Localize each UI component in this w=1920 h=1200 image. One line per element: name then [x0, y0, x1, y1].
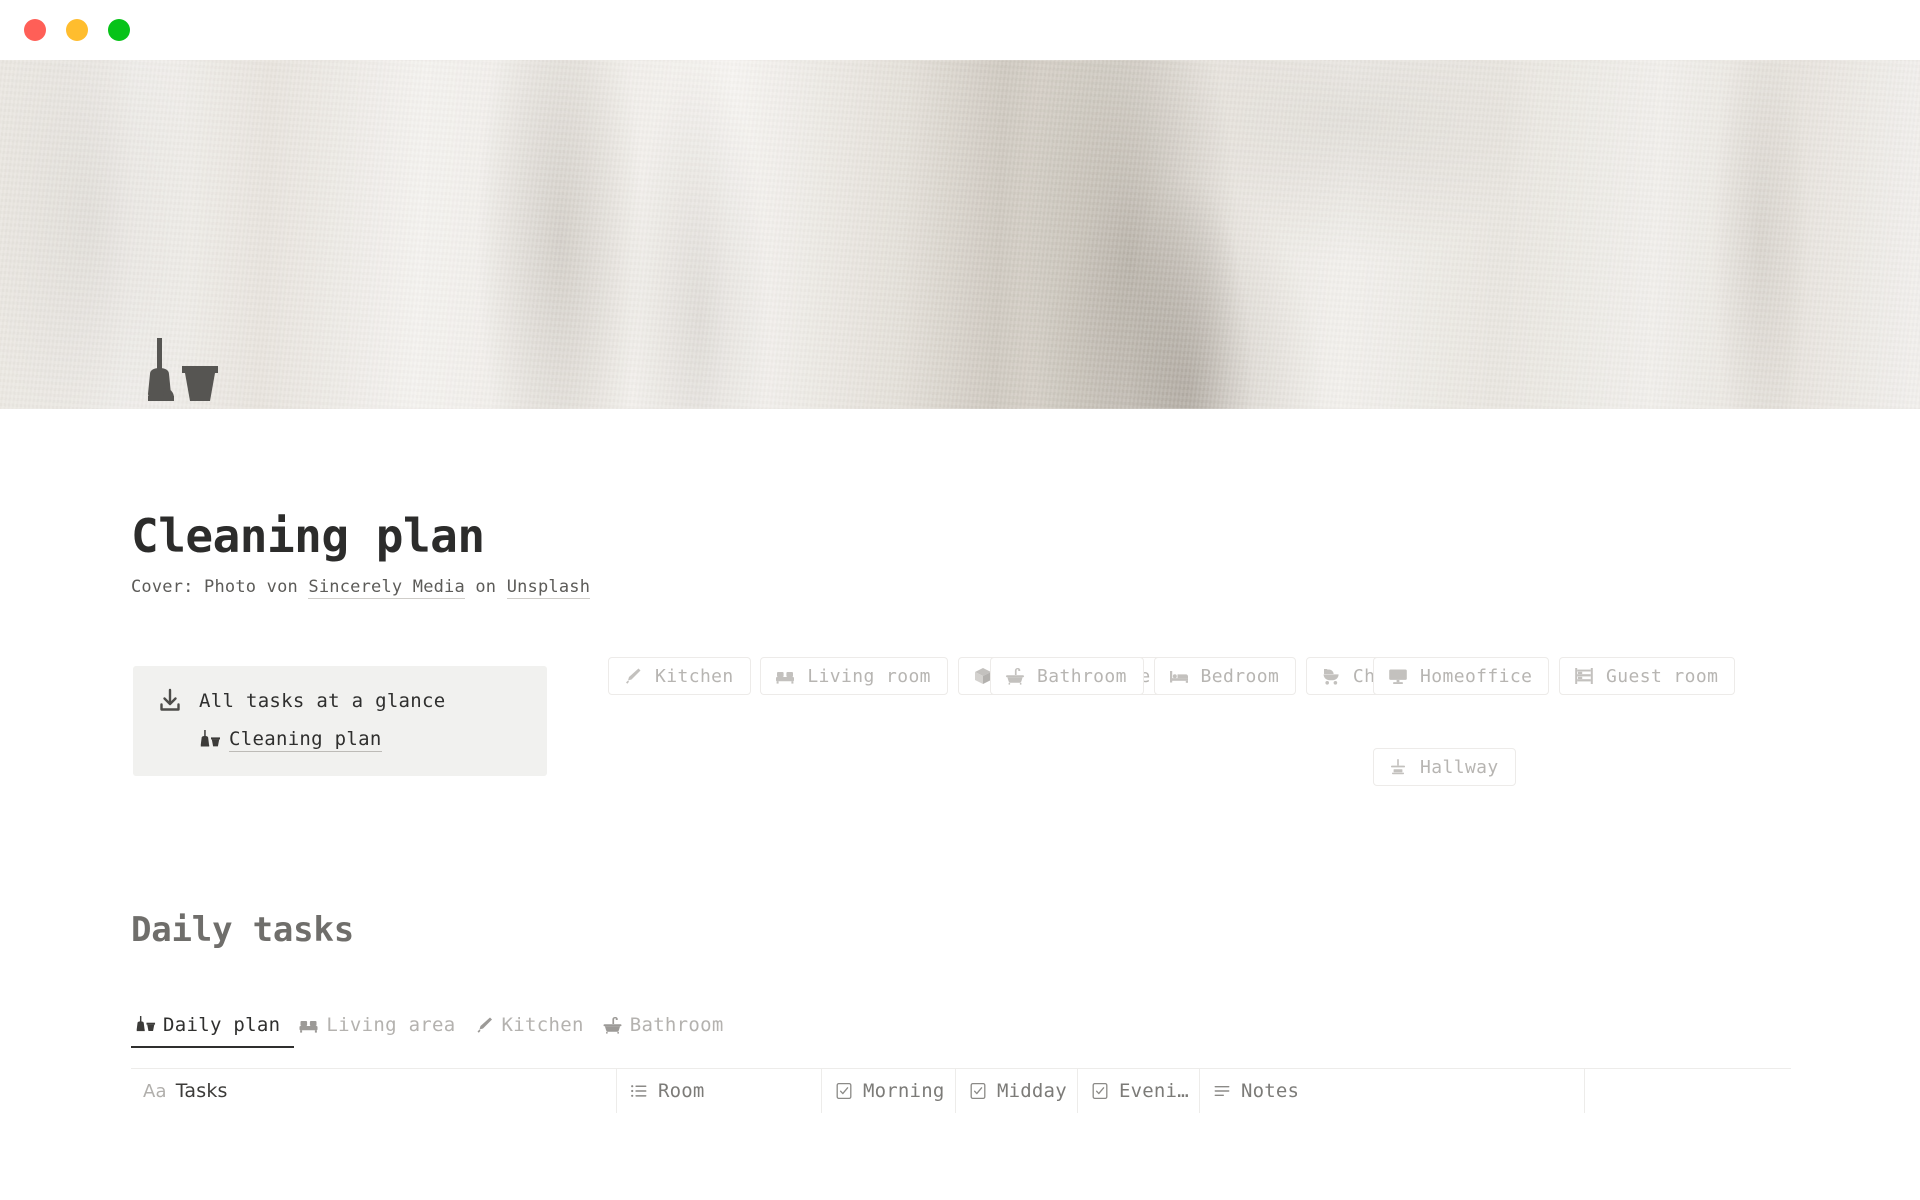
- room-label: Living room: [807, 665, 931, 687]
- tab-label: Daily plan: [163, 1014, 281, 1036]
- room-label: Hallway: [1420, 756, 1499, 778]
- database-view-tabs: Daily plan Living area Kitchen Bathroom: [131, 1014, 738, 1048]
- download-tray-icon: [157, 688, 183, 714]
- cover-image[interactable]: [0, 60, 1920, 409]
- traffic-light-group: [24, 19, 130, 41]
- column-label: Eveni…: [1119, 1080, 1189, 1102]
- room-button-homeoffice[interactable]: Homeoffice: [1373, 657, 1550, 695]
- callout-link-cleaning-plan[interactable]: Cleaning plan: [229, 728, 382, 752]
- callout-header-row: All tasks at a glance: [157, 688, 525, 714]
- room-button-living-room[interactable]: Living room: [760, 657, 948, 695]
- bathtub-icon: [1005, 666, 1025, 686]
- room-button-guest-room[interactable]: Guest room: [1559, 657, 1736, 695]
- room-button-kitchen[interactable]: Kitchen: [608, 657, 751, 695]
- credit-author-link[interactable]: Sincerely Media: [308, 577, 465, 599]
- close-button[interactable]: [24, 19, 46, 41]
- checkbox-icon: [834, 1081, 854, 1101]
- callout-link-row[interactable]: Cleaning plan: [199, 728, 525, 752]
- rooms-column-3: Homeoffice Guest room Hallway: [1373, 657, 1788, 839]
- room-button-bathroom[interactable]: Bathroom: [990, 657, 1144, 695]
- room-label: Bathroom: [1037, 665, 1127, 687]
- column-label: Midday: [997, 1080, 1067, 1102]
- table-header-row: Aa Tasks Room Morning Midday Eveni… Note…: [131, 1069, 1791, 1113]
- tab-kitchen[interactable]: Kitchen: [470, 1014, 598, 1048]
- credit-source-link[interactable]: Unsplash: [506, 577, 591, 599]
- room-button-bedroom[interactable]: Bedroom: [1153, 657, 1297, 695]
- column-header-evening[interactable]: Eveni…: [1078, 1069, 1200, 1113]
- tasks-table: Aa Tasks Room Morning Midday Eveni… Note…: [131, 1068, 1791, 1113]
- bathtub-icon: [602, 1015, 623, 1035]
- checkbox-icon: [968, 1081, 988, 1101]
- tab-label: Living area: [326, 1014, 456, 1036]
- text-lines-icon: [1212, 1081, 1232, 1101]
- page-icon-broom-and-dustpan[interactable]: [132, 338, 240, 416]
- column-label: Notes: [1241, 1080, 1300, 1102]
- column-label: Room: [658, 1080, 705, 1102]
- room-label: Homeoffice: [1420, 665, 1533, 687]
- section-heading-daily-tasks: Daily tasks: [131, 910, 354, 950]
- tab-daily-plan[interactable]: Daily plan: [131, 1014, 295, 1048]
- sofa-icon: [298, 1015, 319, 1035]
- title-aa-icon: Aa: [143, 1080, 167, 1102]
- window-titlebar: [0, 0, 1920, 60]
- minimize-button[interactable]: [66, 19, 88, 41]
- room-label: Guest room: [1606, 665, 1719, 687]
- credit-middle: on: [464, 577, 507, 597]
- column-label: Tasks: [175, 1080, 228, 1102]
- column-header-midday[interactable]: Midday: [956, 1069, 1078, 1113]
- bed-icon: [1169, 666, 1189, 686]
- column-label: Morning: [863, 1080, 945, 1102]
- tab-label: Kitchen: [501, 1014, 584, 1036]
- cover-texture-overlay: [0, 60, 1920, 409]
- callout-title: All tasks at a glance: [199, 690, 446, 712]
- coat-rack-icon: [1388, 757, 1408, 777]
- tab-bathroom[interactable]: Bathroom: [598, 1014, 738, 1048]
- checkbox-icon: [1090, 1081, 1110, 1101]
- stroller-icon: [1321, 666, 1341, 686]
- bunk-bed-icon: [1574, 666, 1594, 686]
- knife-icon: [474, 1015, 495, 1035]
- room-label: Kitchen: [655, 665, 734, 687]
- broom-and-dustpan-icon: [199, 730, 221, 750]
- cover-credit: Cover: Photo von Sincerely Media on Unsp…: [131, 577, 591, 599]
- page-title: Cleaning plan: [131, 509, 485, 563]
- callout-all-tasks[interactable]: All tasks at a glance Cleaning plan: [133, 666, 547, 776]
- room-label: Bedroom: [1200, 665, 1280, 687]
- column-header-morning[interactable]: Morning: [822, 1069, 956, 1113]
- column-header-room[interactable]: Room: [617, 1069, 822, 1113]
- maximize-button[interactable]: [108, 19, 130, 41]
- sofa-icon: [775, 666, 795, 686]
- tab-living-area[interactable]: Living area: [294, 1014, 469, 1048]
- list-icon: [629, 1081, 649, 1101]
- column-header-notes[interactable]: Notes: [1200, 1069, 1585, 1113]
- monitor-icon: [1388, 666, 1408, 686]
- knife-icon: [623, 666, 643, 686]
- room-button-hallway[interactable]: Hallway: [1373, 748, 1516, 786]
- broom-and-dustpan-icon: [135, 1015, 156, 1035]
- tab-label: Bathroom: [629, 1014, 724, 1036]
- column-header-tasks[interactable]: Aa Tasks: [131, 1069, 617, 1113]
- credit-prefix: Cover: Photo von: [131, 577, 309, 597]
